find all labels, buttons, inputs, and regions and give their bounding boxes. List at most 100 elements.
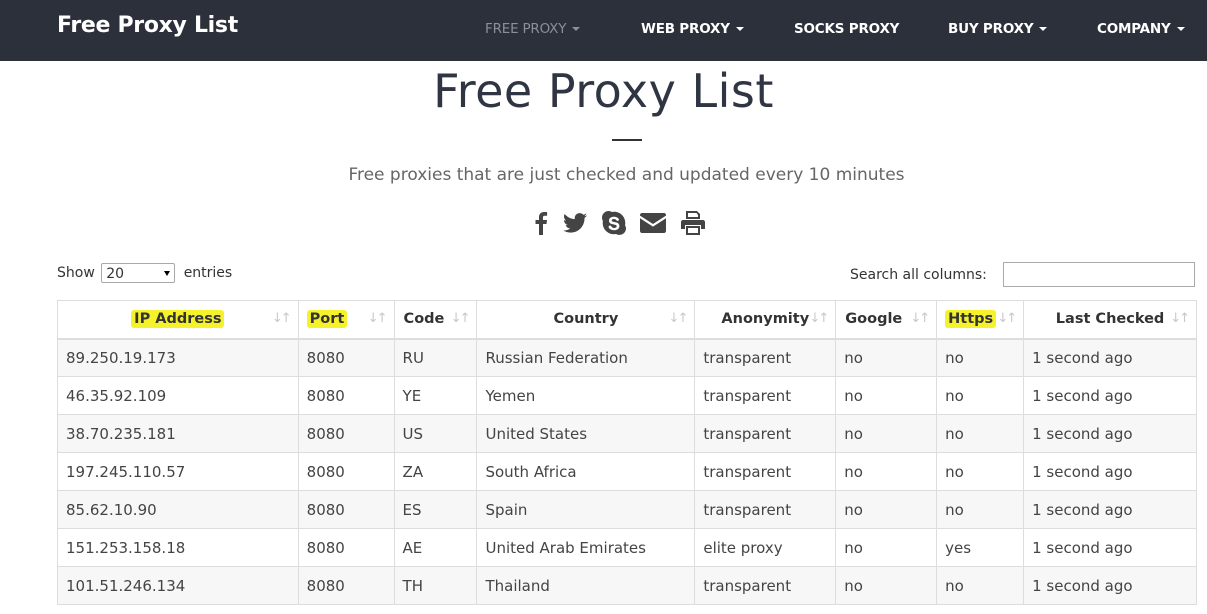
site-brand[interactable]: Free Proxy List	[57, 13, 238, 38]
cell-google: no	[835, 414, 938, 453]
table-row: 197.245.110.57 8080 ZA South Africa transpar…	[57, 452, 1197, 491]
cell-https: yes	[936, 528, 1025, 567]
cell-https: no	[936, 414, 1025, 453]
cell-google: no	[835, 452, 938, 491]
cell-google: no	[835, 566, 938, 605]
table-row: 89.250.19.173 8080 RU Russian Federation tra…	[57, 338, 1197, 377]
search-label: Search all columns:	[850, 267, 987, 283]
cell-code: YE	[393, 376, 478, 415]
cell-last-checked: 1 second ago	[1023, 338, 1197, 377]
sort-icon: ↓↑	[668, 311, 689, 326]
nav-web-proxy[interactable]: WEB PROXY	[641, 21, 744, 37]
table-header-row: IP Address ↓↑ Port ↓↑ Code ↓↑ Country ↓↑ Ano…	[57, 300, 1197, 340]
cell-country: Thailand	[476, 566, 696, 605]
th-last-checked[interactable]: Last Checked ↓↑	[1023, 300, 1197, 340]
nav-socks-proxy[interactable]: SOCKS PROXY	[794, 21, 899, 37]
cell-ip: 151.253.158.18	[57, 528, 299, 567]
th-ip-address[interactable]: IP Address ↓↑	[57, 300, 299, 340]
nav-free-proxy-label: FREE PROXY	[485, 21, 567, 37]
cell-anonymity: elite proxy	[694, 528, 837, 567]
cell-port: 8080	[297, 528, 395, 567]
th-label: Https	[945, 310, 997, 329]
cell-last-checked: 1 second ago	[1023, 452, 1197, 491]
cell-anonymity: transparent	[694, 490, 837, 529]
cell-country: Yemen	[476, 376, 696, 415]
cell-country: United States	[476, 414, 696, 453]
table-row: 85.62.10.90 8080 ES Spain transparent no no 1 s…	[57, 490, 1197, 529]
show-entries: Show 20 entries	[57, 263, 232, 283]
entries-select-value: 20	[106, 266, 125, 282]
cell-https: no	[936, 338, 1025, 377]
cell-ip: 38.70.235.181	[57, 414, 299, 453]
page-subtitle: Free proxies that are just checked and u…	[348, 165, 905, 185]
cell-code: RU	[393, 338, 478, 377]
search-input[interactable]	[1003, 262, 1195, 287]
cell-port: 8080	[297, 566, 395, 605]
th-label: Port	[306, 310, 348, 329]
nav-buy-proxy[interactable]: BUY PROXY	[948, 21, 1048, 37]
title-divider	[612, 139, 642, 141]
sort-icon: ↓↑	[450, 311, 471, 326]
table-row: 151.253.158.18 8080 AE United Arab Emirates…	[57, 528, 1197, 567]
th-label: Code	[403, 311, 445, 328]
nav-company[interactable]: COMPANY	[1097, 21, 1185, 37]
cell-port: 8080	[297, 414, 395, 453]
show-label: Show	[57, 265, 95, 281]
cell-google: no	[835, 528, 938, 567]
cell-country: United Arab Emirates	[476, 528, 696, 567]
facebook-icon[interactable]	[531, 208, 551, 238]
nav-free-proxy[interactable]: FREE PROXY	[485, 21, 581, 37]
cell-port: 8080	[297, 338, 395, 377]
cell-https: no	[936, 490, 1025, 529]
cell-country: Spain	[476, 490, 696, 529]
caret-down-icon	[735, 27, 744, 31]
th-https[interactable]: Https ↓↑	[936, 300, 1025, 340]
nav-socks-proxy-label: SOCKS PROXY	[794, 21, 900, 37]
proxy-table-body: 89.250.19.173 8080 RU Russian Federation tra…	[57, 338, 1197, 605]
cell-https: no	[936, 452, 1025, 491]
entries-select[interactable]: 20	[101, 263, 176, 283]
caret-down-icon	[1039, 27, 1048, 31]
table-row: 46.35.92.109 8080 YE Yemen transparent no no 1 …	[57, 376, 1197, 415]
cell-code: ES	[393, 490, 478, 529]
print-icon[interactable]	[680, 208, 706, 238]
sort-icon: ↓↑	[1170, 311, 1190, 326]
cell-anonymity: transparent	[694, 338, 837, 377]
nav-company-label: COMPANY	[1097, 21, 1171, 37]
table-row: 38.70.235.181 8080 US United States transpar…	[57, 414, 1197, 453]
cell-last-checked: 1 second ago	[1023, 490, 1197, 529]
cell-last-checked: 1 second ago	[1023, 528, 1197, 567]
th-label: Last Checked	[1055, 311, 1165, 328]
envelope-icon[interactable]	[639, 208, 667, 238]
sort-icon: ↓↑	[271, 311, 292, 326]
cell-ip: 46.35.92.109	[57, 376, 299, 415]
sort-icon: ↓↑	[809, 311, 829, 326]
proxy-table: IP Address ↓↑ Port ↓↑ Code ↓↑ Country ↓↑ Ano…	[57, 300, 1197, 605]
cell-google: no	[835, 490, 938, 529]
th-anonymity[interactable]: Anonymity ↓↑	[694, 300, 837, 340]
cell-google: no	[835, 376, 938, 415]
th-google[interactable]: Google ↓↑	[835, 300, 938, 340]
th-port[interactable]: Port ↓↑	[297, 300, 395, 340]
cell-ip: 197.245.110.57	[57, 452, 299, 491]
cell-anonymity: transparent	[694, 376, 837, 415]
sort-icon: ↓↑	[910, 311, 930, 326]
navbar: Free Proxy List FREE PROXY WEB PROXY SOC…	[0, 0, 1207, 61]
cell-last-checked: 1 second ago	[1023, 566, 1197, 605]
th-label: IP Address	[131, 310, 225, 329]
cell-google: no	[835, 338, 938, 377]
cell-anonymity: transparent	[694, 414, 837, 453]
cell-code: US	[393, 414, 478, 453]
cell-port: 8080	[297, 452, 395, 491]
cell-ip: 85.62.10.90	[57, 490, 299, 529]
twitter-icon[interactable]	[562, 208, 588, 238]
cell-anonymity: transparent	[694, 566, 837, 605]
th-country[interactable]: Country ↓↑	[476, 300, 696, 340]
skype-icon[interactable]	[601, 208, 627, 238]
table-row: 101.51.246.134 8080 TH Thailand transparent n…	[57, 566, 1197, 605]
caret-down-icon	[572, 27, 581, 31]
cell-port: 8080	[297, 376, 395, 415]
page-title: Free Proxy List	[433, 64, 774, 118]
dropdown-arrow-icon	[164, 271, 171, 276]
th-code[interactable]: Code ↓↑	[393, 300, 478, 340]
